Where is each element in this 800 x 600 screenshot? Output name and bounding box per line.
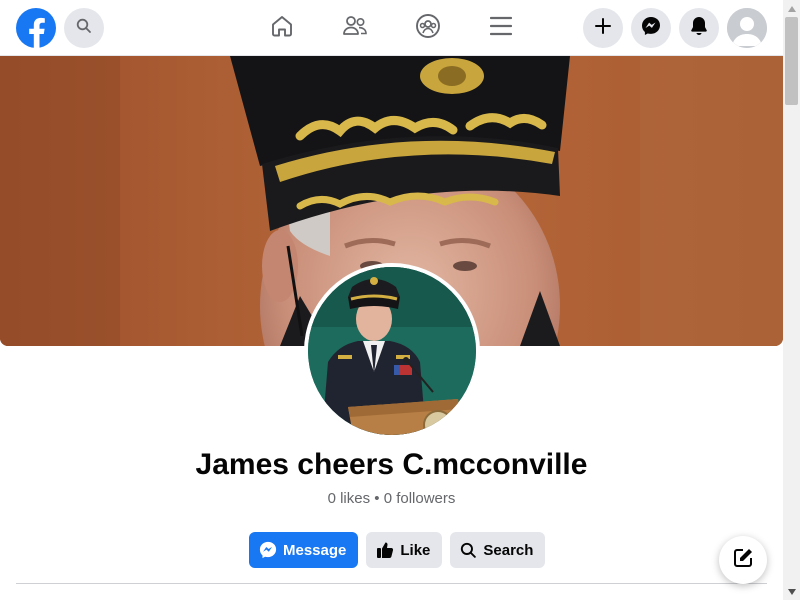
messenger-icon xyxy=(259,541,277,559)
notifications-button[interactable] xyxy=(679,8,719,48)
message-button[interactable]: Message xyxy=(249,532,359,568)
friends-icon xyxy=(342,14,368,43)
search-button-label: Search xyxy=(483,541,534,559)
profile-name: James cheers C.mcconville xyxy=(195,448,588,481)
nav-friends[interactable] xyxy=(339,12,371,44)
message-button-label: Message xyxy=(283,541,347,559)
new-message-button[interactable] xyxy=(719,536,767,584)
scroll-up-arrow-icon[interactable] xyxy=(783,0,800,17)
top-navigation-bar xyxy=(0,0,783,56)
nav-groups[interactable] xyxy=(412,12,444,44)
create-button[interactable] xyxy=(583,8,623,48)
page: James cheers C.mcconville 0 likes • 0 fo… xyxy=(0,0,800,600)
search-icon xyxy=(460,542,477,559)
profile-stats: 0 likes • 0 followers xyxy=(327,490,456,507)
account-avatar[interactable] xyxy=(727,8,767,48)
nav-home[interactable] xyxy=(266,12,298,44)
scroll-down-arrow-icon[interactable] xyxy=(783,583,800,600)
like-button-label: Like xyxy=(400,541,431,559)
section-divider xyxy=(16,583,767,584)
compose-icon xyxy=(732,547,754,574)
thumbs-up-icon xyxy=(376,541,394,559)
scrollbar-thumb[interactable] xyxy=(785,17,798,105)
search-profile-button[interactable]: Search xyxy=(450,532,546,568)
nav-menu[interactable] xyxy=(485,12,517,44)
page-scrollbar[interactable] xyxy=(783,0,800,600)
messenger-button[interactable] xyxy=(631,8,671,48)
search-icon xyxy=(76,18,92,39)
groups-icon xyxy=(415,13,441,44)
profile-picture[interactable] xyxy=(308,267,476,435)
facebook-logo[interactable] xyxy=(16,8,56,48)
profile-actions: Message Like Search xyxy=(249,532,546,568)
like-button[interactable]: Like xyxy=(366,532,443,568)
home-icon xyxy=(270,14,294,43)
default-avatar-icon xyxy=(727,8,767,48)
plus-icon xyxy=(595,17,611,39)
bell-icon xyxy=(690,16,708,41)
search-button[interactable] xyxy=(64,8,104,48)
messenger-icon xyxy=(641,16,661,41)
menu-icon xyxy=(489,16,513,41)
